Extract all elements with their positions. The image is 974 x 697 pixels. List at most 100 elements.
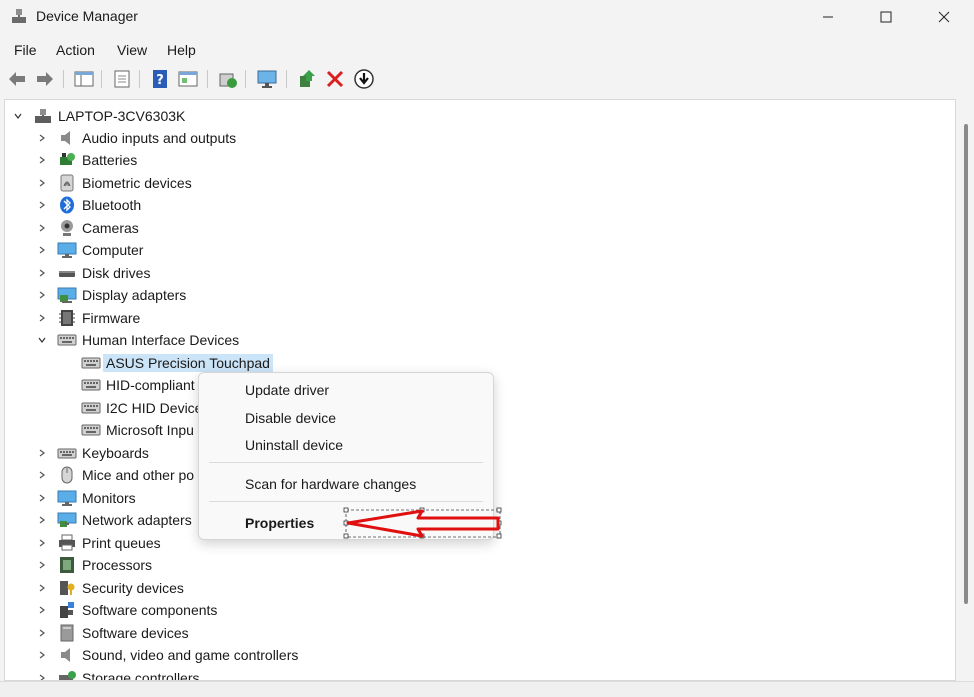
puzzle-icon	[60, 602, 74, 618]
disk-drive-icon	[59, 271, 75, 277]
tree-item-cameras[interactable]: Cameras	[57, 218, 139, 238]
tree-item-sound-video[interactable]: Sound, video and game controllers	[57, 645, 298, 665]
tree-item-storage-controllers[interactable]: Storage controllers	[57, 668, 200, 680]
chevron-right-icon[interactable]	[37, 313, 47, 323]
tree-item-label: Mice and other po	[82, 467, 195, 483]
keyboard-hid-icon	[81, 357, 101, 369]
chevron-right-icon[interactable]	[37, 223, 47, 233]
tree-item-mice[interactable]: Mice and other po	[57, 465, 194, 485]
menu-separator	[209, 501, 483, 502]
tree-item-label: Bluetooth	[82, 197, 142, 213]
chevron-right-icon[interactable]	[37, 268, 47, 278]
tree-item-computer[interactable]: Computer	[57, 240, 143, 260]
menu-help[interactable]: Help	[167, 42, 196, 58]
keyboard-hid-icon	[81, 379, 101, 391]
view-icon[interactable]	[177, 68, 199, 90]
tree-item-bluetooth[interactable]: Bluetooth	[57, 195, 141, 215]
chevron-right-icon[interactable]	[37, 538, 47, 548]
chevron-right-icon[interactable]	[37, 605, 47, 615]
device-manager-icon	[12, 9, 26, 23]
tree-item-print-queues[interactable]: Print queues	[57, 533, 161, 553]
close-icon	[938, 11, 950, 23]
tree-item-label: Keyboards	[82, 445, 149, 461]
chevron-right-icon[interactable]	[37, 650, 47, 660]
tree-item-hid[interactable]: Human Interface Devices	[57, 330, 239, 350]
tree-item-biometric[interactable]: Biometric devices	[57, 173, 192, 193]
tree-item-i2c-hid[interactable]: I2C HID Device	[81, 398, 202, 418]
menu-action[interactable]: Action	[56, 42, 95, 58]
chevron-right-icon[interactable]	[37, 493, 47, 503]
computer-icon	[35, 109, 51, 123]
menu-item-disable-device[interactable]: Disable device	[245, 410, 336, 426]
tree-item-audio[interactable]: Audio inputs and outputs	[57, 128, 236, 148]
properties-icon[interactable]	[111, 68, 133, 90]
menu-item-uninstall-device[interactable]: Uninstall device	[245, 437, 343, 453]
uninstall-icon[interactable]	[324, 68, 346, 90]
menu-file[interactable]: File	[14, 42, 37, 58]
tree-item-display-adapters[interactable]: Display adapters	[57, 285, 186, 305]
tree-item-label: Firmware	[82, 310, 141, 326]
close-button[interactable]	[915, 0, 973, 34]
minimize-button[interactable]	[799, 0, 857, 34]
tree-item-keyboards[interactable]: Keyboards	[57, 443, 149, 463]
tree-item-software-components[interactable]: Software components	[57, 600, 217, 620]
chevron-right-icon[interactable]	[37, 133, 47, 143]
scrollbar-thumb[interactable]	[964, 124, 968, 604]
tree-item-software-devices[interactable]: Software devices	[57, 623, 189, 643]
tree-item-batteries[interactable]: Batteries	[57, 150, 137, 170]
chevron-right-icon[interactable]	[37, 515, 47, 525]
show-hide-tree-icon[interactable]	[73, 68, 95, 90]
chevron-right-icon[interactable]	[37, 470, 47, 480]
maximize-button[interactable]	[857, 0, 915, 34]
chevron-right-icon[interactable]	[37, 448, 47, 458]
tree-item-label: Security devices	[82, 580, 184, 596]
update-driver-icon[interactable]	[217, 68, 239, 90]
chevron-right-icon[interactable]	[37, 245, 47, 255]
mouse-icon	[61, 466, 73, 484]
chevron-right-icon[interactable]	[37, 290, 47, 300]
monitor-icon	[57, 490, 77, 506]
chevron-right-icon[interactable]	[37, 583, 47, 593]
menu-item-update-driver[interactable]: Update driver	[245, 382, 329, 398]
tree-item-security-devices[interactable]: Security devices	[57, 578, 184, 598]
toolbar-separator	[207, 70, 208, 88]
display-scan-icon[interactable]	[256, 68, 278, 90]
help-icon[interactable]: ?	[149, 68, 171, 90]
tree-item-label: HID-compliant	[106, 377, 195, 393]
tree-item-microsoft-input[interactable]: Microsoft Inpu	[81, 420, 194, 440]
enable-device-icon[interactable]	[296, 68, 318, 90]
tree-item-label: Sound, video and game controllers	[82, 647, 299, 663]
tree-item-label: Software components	[82, 602, 218, 618]
tree-item-monitors[interactable]: Monitors	[57, 488, 136, 508]
bluetooth-icon	[60, 196, 74, 214]
chevron-right-icon[interactable]	[37, 673, 47, 681]
chevron-right-icon[interactable]	[37, 155, 47, 165]
tree-item-processors[interactable]: Processors	[57, 555, 152, 575]
back-icon[interactable]	[6, 68, 28, 90]
tree-item-hid-compliant[interactable]: HID-compliant	[81, 375, 195, 395]
tree-item-network-adapters[interactable]: Network adapters	[57, 510, 192, 530]
menu-item-properties[interactable]: Properties	[245, 515, 314, 531]
tree-item-label: Batteries	[82, 152, 138, 168]
display-adapter-icon	[57, 287, 77, 303]
forward-icon[interactable]	[34, 68, 56, 90]
tree-root[interactable]: LAPTOP-3CV6303K	[33, 106, 185, 126]
tree-item-disk-drives[interactable]: Disk drives	[57, 263, 150, 283]
speaker-icon	[61, 648, 70, 662]
chevron-right-icon[interactable]	[37, 200, 47, 210]
download-icon[interactable]	[353, 68, 375, 90]
tree-item-label: Network adapters	[82, 512, 192, 528]
camera-icon	[61, 220, 73, 236]
tree-item-label: Human Interface Devices	[82, 332, 240, 348]
chevron-right-icon[interactable]	[37, 178, 47, 188]
chevron-down-icon[interactable]	[37, 335, 47, 345]
menu-item-scan-hardware[interactable]: Scan for hardware changes	[245, 476, 416, 492]
menu-view[interactable]: View	[117, 42, 147, 58]
chevron-right-icon[interactable]	[37, 628, 47, 638]
tree-item-firmware[interactable]: Firmware	[57, 308, 140, 328]
storage-icon	[59, 671, 76, 680]
chevron-right-icon[interactable]	[37, 560, 47, 570]
tree-item-asus-touchpad[interactable]: ASUS Precision Touchpad	[81, 353, 273, 373]
chevron-down-icon[interactable]	[13, 111, 23, 121]
annotation-arrow-icon	[343, 507, 502, 539]
